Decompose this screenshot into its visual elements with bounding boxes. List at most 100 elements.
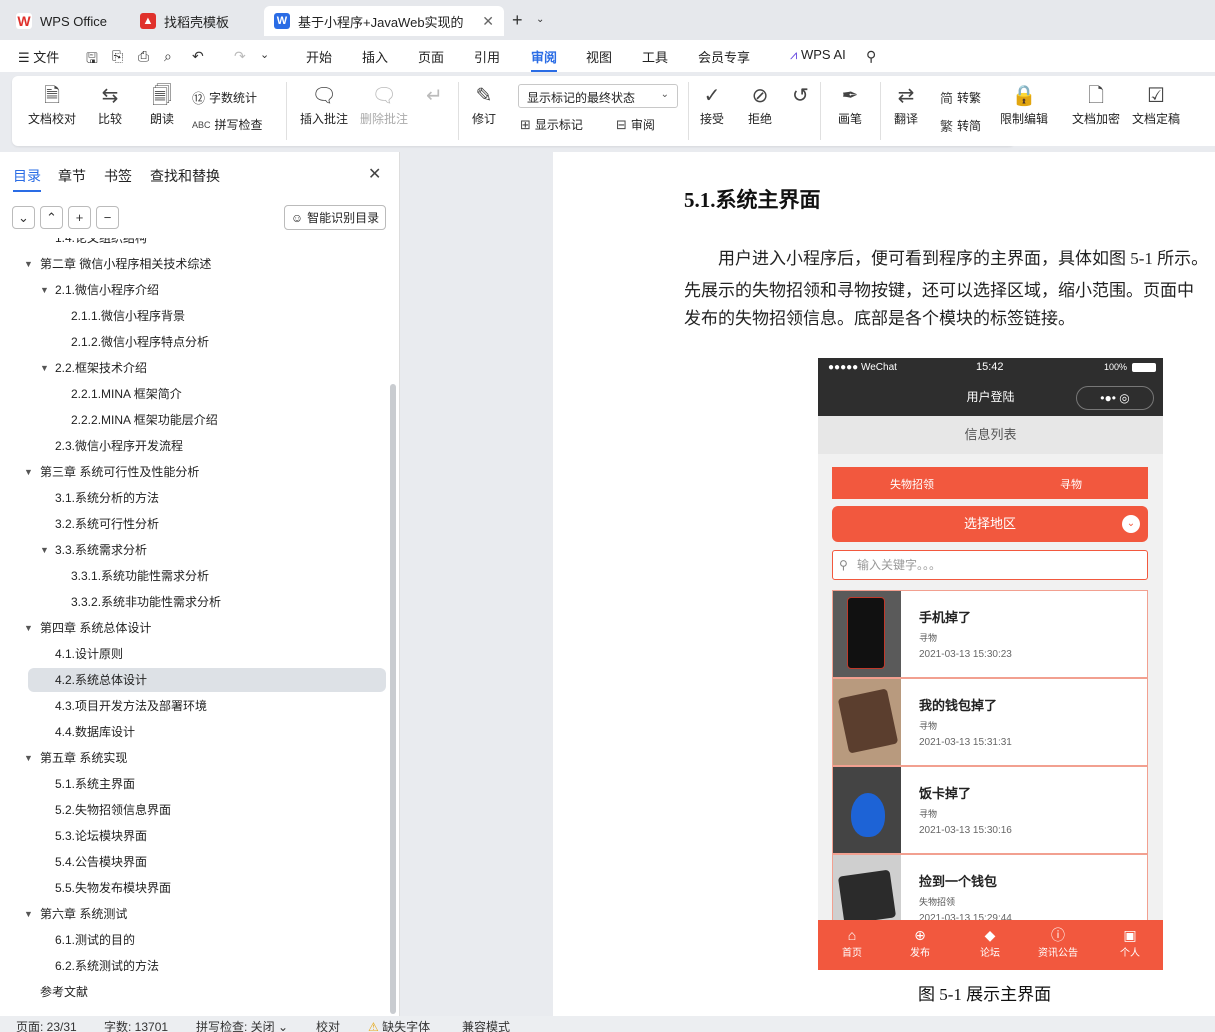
review-pane-button[interactable]: ⊟ 审阅 — [616, 116, 655, 133]
chevron-down-icon[interactable]: ⌄ — [536, 14, 544, 25]
menu-start[interactable]: 开始 — [306, 47, 332, 66]
expand-triangle-icon[interactable]: ▼ — [40, 278, 49, 302]
spell-check-indicator[interactable]: 拼写检查: 关闭 ⌄ — [196, 1018, 288, 1032]
save-icon[interactable]: 🖫 — [86, 48, 98, 72]
toc-item[interactable]: 5.2.失物招领信息界面 — [0, 798, 392, 822]
toc-item[interactable]: 4.2.系统总体设计 — [28, 668, 386, 692]
menu-tools[interactable]: 工具 — [642, 47, 668, 66]
close-tab-icon[interactable]: ✕ — [482, 13, 494, 30]
doc-check-button[interactable]: 🗎 文档校对 — [28, 82, 76, 127]
tab-chapter[interactable]: 章节 — [58, 166, 86, 186]
toc-item[interactable]: 5.5.失物发布模块界面 — [0, 876, 392, 900]
tab-bookmark[interactable]: 书签 — [104, 166, 132, 186]
toc-item[interactable]: 4.4.数据库设计 — [0, 720, 392, 744]
share-icon[interactable]: ⎘ — [112, 48, 123, 65]
collapse-up-button[interactable]: ⌃ — [40, 206, 63, 229]
prev-change-button[interactable]: ↺ — [792, 82, 809, 110]
collapse-down-button[interactable]: ⌄ — [12, 206, 35, 229]
finalize-button[interactable]: ☑ 文档定稿 — [1132, 82, 1180, 127]
toc-item[interactable]: ▼ 2.2.框架技术介绍 — [0, 356, 392, 380]
search-icon[interactable]: ⚲ — [866, 48, 876, 65]
menu-review[interactable]: 审阅 — [531, 47, 558, 72]
toc-item[interactable]: 3.1.系统分析的方法 — [0, 486, 392, 510]
restrict-edit-button[interactable]: 🔒 限制编辑 — [1000, 82, 1048, 127]
close-icon[interactable]: ✕ — [368, 164, 381, 184]
toc-item[interactable]: 6.1.测试的目的 — [0, 928, 392, 952]
redo-icon[interactable]: ↷ — [234, 48, 246, 65]
toc-item[interactable]: ▼ 3.3.系统需求分析 — [0, 538, 392, 562]
more-chevron-icon[interactable]: ⌄ — [260, 48, 269, 61]
menu-page[interactable]: 页面 — [418, 47, 444, 66]
toc-item[interactable]: 5.1.系统主界面 — [0, 772, 392, 796]
print-preview-icon[interactable]: ⌕ — [164, 48, 172, 65]
toc-item[interactable]: 4.1.设计原则 — [0, 642, 392, 666]
toc-item[interactable]: 5.4.公告模块界面 — [0, 850, 392, 874]
menu-insert[interactable]: 插入 — [362, 47, 388, 66]
page-indicator[interactable]: 页面: 23/31 — [16, 1018, 77, 1032]
pen-button[interactable]: ✒ 画笔 — [838, 82, 862, 127]
to-traditional-button[interactable]: 简转繁 — [940, 88, 981, 107]
toc-item[interactable]: 2.2.1.MINA 框架简介 — [0, 382, 392, 406]
expand-triangle-icon[interactable]: ▼ — [24, 616, 33, 640]
tab-toc[interactable]: 目录 — [13, 166, 41, 192]
compare-button[interactable]: ⇆ 比较 — [98, 82, 122, 127]
toc-item[interactable]: 1.4.论文组织结构 — [0, 238, 392, 250]
translate-button[interactable]: ⇄ 翻译 — [894, 82, 918, 127]
toc-item[interactable]: 3.2.系统可行性分析 — [0, 512, 392, 536]
expand-triangle-icon[interactable]: ▼ — [24, 746, 33, 770]
smart-toc-button[interactable]: ☺ 智能识别目录 — [284, 205, 386, 230]
menu-view[interactable]: 视图 — [586, 47, 612, 66]
toc-item[interactable]: 2.1.1.微信小程序背景 — [0, 304, 392, 328]
print-icon[interactable]: ⎙ — [138, 48, 149, 65]
missing-font-indicator[interactable]: ⚠ 缺失字体 — [368, 1018, 430, 1032]
prev-comment-button[interactable]: ↵ — [426, 82, 443, 110]
toc-item[interactable]: 2.1.2.微信小程序特点分析 — [0, 330, 392, 354]
tab-docer[interactable]: ▲ 找稻壳模板 — [130, 6, 258, 36]
toc-item[interactable]: 5.3.论坛模块界面 — [0, 824, 392, 848]
insert-comment-button[interactable]: 🗨 插入批注 — [300, 82, 348, 127]
collapse-button[interactable]: − — [96, 206, 119, 229]
toc-item[interactable]: ▼ 第四章 系统总体设计 — [0, 616, 392, 640]
toc-item[interactable]: ▼ 2.1.微信小程序介绍 — [0, 278, 392, 302]
file-menu[interactable]: ☰ 文件 — [18, 47, 59, 66]
word-count-button[interactable]: ⑫ 字数统计 — [192, 88, 257, 107]
toc-item[interactable]: 3.3.2.系统非功能性需求分析 — [0, 590, 392, 614]
accept-button[interactable]: ✓ 接受 — [700, 82, 724, 127]
toc-item[interactable]: ▼ 第三章 系统可行性及性能分析 — [0, 460, 392, 484]
expand-triangle-icon[interactable]: ▼ — [24, 902, 33, 926]
toc-item[interactable]: ▼ 第五章 系统实现 — [0, 746, 392, 770]
new-tab-icon[interactable]: + — [512, 10, 523, 31]
markup-state-select[interactable]: 显示标记的最终状态 ⌄ — [518, 84, 678, 108]
menu-reference[interactable]: 引用 — [474, 47, 500, 66]
toc-item[interactable]: 2.3.微信小程序开发流程 — [0, 434, 392, 458]
revise-button[interactable]: ✎ 修订 — [472, 82, 496, 127]
word-count-indicator[interactable]: 字数: 13701 — [104, 1018, 168, 1032]
toc-item[interactable]: 参考文献 — [0, 980, 392, 1004]
spell-check-button[interactable]: ABC 拼写检查 — [192, 116, 263, 133]
toc-scrollbar[interactable] — [390, 384, 396, 1014]
wps-ai-button[interactable]: ⩘ WPS AI — [790, 47, 846, 63]
toc-item[interactable]: ▼ 第六章 系统测试 — [0, 902, 392, 926]
toc-item[interactable]: 2.2.2.MINA 框架功能层介绍 — [0, 408, 392, 432]
toc-item[interactable]: ▼ 第二章 微信小程序相关技术综述 — [0, 252, 392, 276]
expand-triangle-icon[interactable]: ▼ — [40, 356, 49, 380]
expand-triangle-icon[interactable]: ▼ — [40, 538, 49, 562]
to-simplified-button[interactable]: 繁转简 — [940, 116, 981, 135]
tab-document[interactable]: W 基于小程序+JavaWeb实现的 ✕ — [264, 6, 504, 36]
document-page[interactable]: 5.1.系统主界面 用户进入小程序后，便可看到程序的主界面，具体如图 5-1 所… — [553, 152, 1215, 1016]
toc-item[interactable]: 6.2.系统测试的方法 — [0, 954, 392, 978]
proof-indicator[interactable]: 校对 — [316, 1018, 340, 1032]
show-markup-button[interactable]: ⊞ 显示标记 — [520, 116, 583, 133]
expand-triangle-icon[interactable]: ▼ — [24, 460, 33, 484]
expand-button[interactable]: + — [68, 206, 91, 229]
delete-comment-button[interactable]: 🗨 删除批注 — [360, 82, 408, 127]
read-aloud-button[interactable]: 🗐 朗读 — [150, 82, 174, 127]
undo-icon[interactable]: ↶ — [192, 48, 204, 65]
menu-member[interactable]: 会员专享 — [698, 47, 750, 66]
reject-button[interactable]: ⊘ 拒绝 — [748, 82, 772, 127]
encrypt-button[interactable]: 🗋 文档加密 — [1072, 82, 1120, 127]
expand-triangle-icon[interactable]: ▼ — [24, 252, 33, 276]
toc-item[interactable]: 3.3.1.系统功能性需求分析 — [0, 564, 392, 588]
toc-item[interactable]: 4.3.项目开发方法及部署环境 — [0, 694, 392, 718]
tab-find-replace[interactable]: 查找和替换 — [150, 166, 220, 186]
